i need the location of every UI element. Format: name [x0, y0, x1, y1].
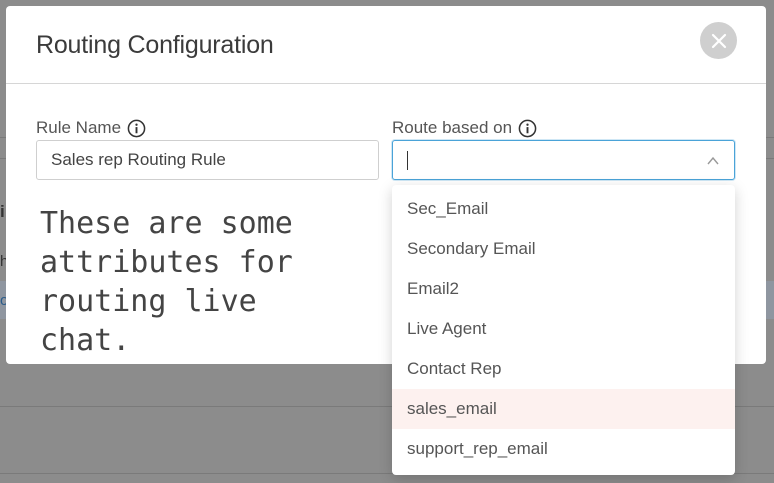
info-icon[interactable] — [127, 119, 146, 138]
instruction-note: These are some attributes for routing li… — [40, 206, 293, 358]
rule-name-input[interactable] — [36, 140, 379, 180]
chevron-up-icon[interactable] — [706, 154, 720, 168]
text-caret — [407, 151, 408, 170]
dropdown-option[interactable]: Live Agent — [392, 309, 735, 349]
dropdown-option[interactable]: Email2 — [392, 269, 735, 309]
close-button[interactable] — [700, 22, 737, 59]
route-based-on-label: Route based on — [392, 118, 537, 138]
background-text-fragment: i — [0, 202, 5, 221]
route-based-on-label-text: Route based on — [392, 118, 513, 137]
close-icon — [711, 33, 726, 48]
rule-name-label-text: Rule Name — [36, 118, 122, 137]
dropdown-option[interactable]: Contact Rep — [392, 349, 735, 389]
dropdown-option[interactable]: support_rep_email — [392, 429, 735, 469]
route-based-on-dropdown: Sec_Email Secondary Email Email2 Live Ag… — [392, 185, 735, 475]
modal-title: Routing Configuration — [36, 31, 274, 59]
info-icon[interactable] — [518, 119, 537, 138]
route-based-on-select[interactable] — [392, 140, 735, 180]
dropdown-option-highlighted[interactable]: sales_email — [392, 389, 735, 429]
modal-header: Routing Configuration — [6, 6, 766, 84]
rule-name-label: Rule Name — [36, 118, 146, 138]
dropdown-option[interactable]: Secondary Email — [392, 229, 735, 269]
dropdown-option[interactable]: Sec_Email — [392, 189, 735, 229]
